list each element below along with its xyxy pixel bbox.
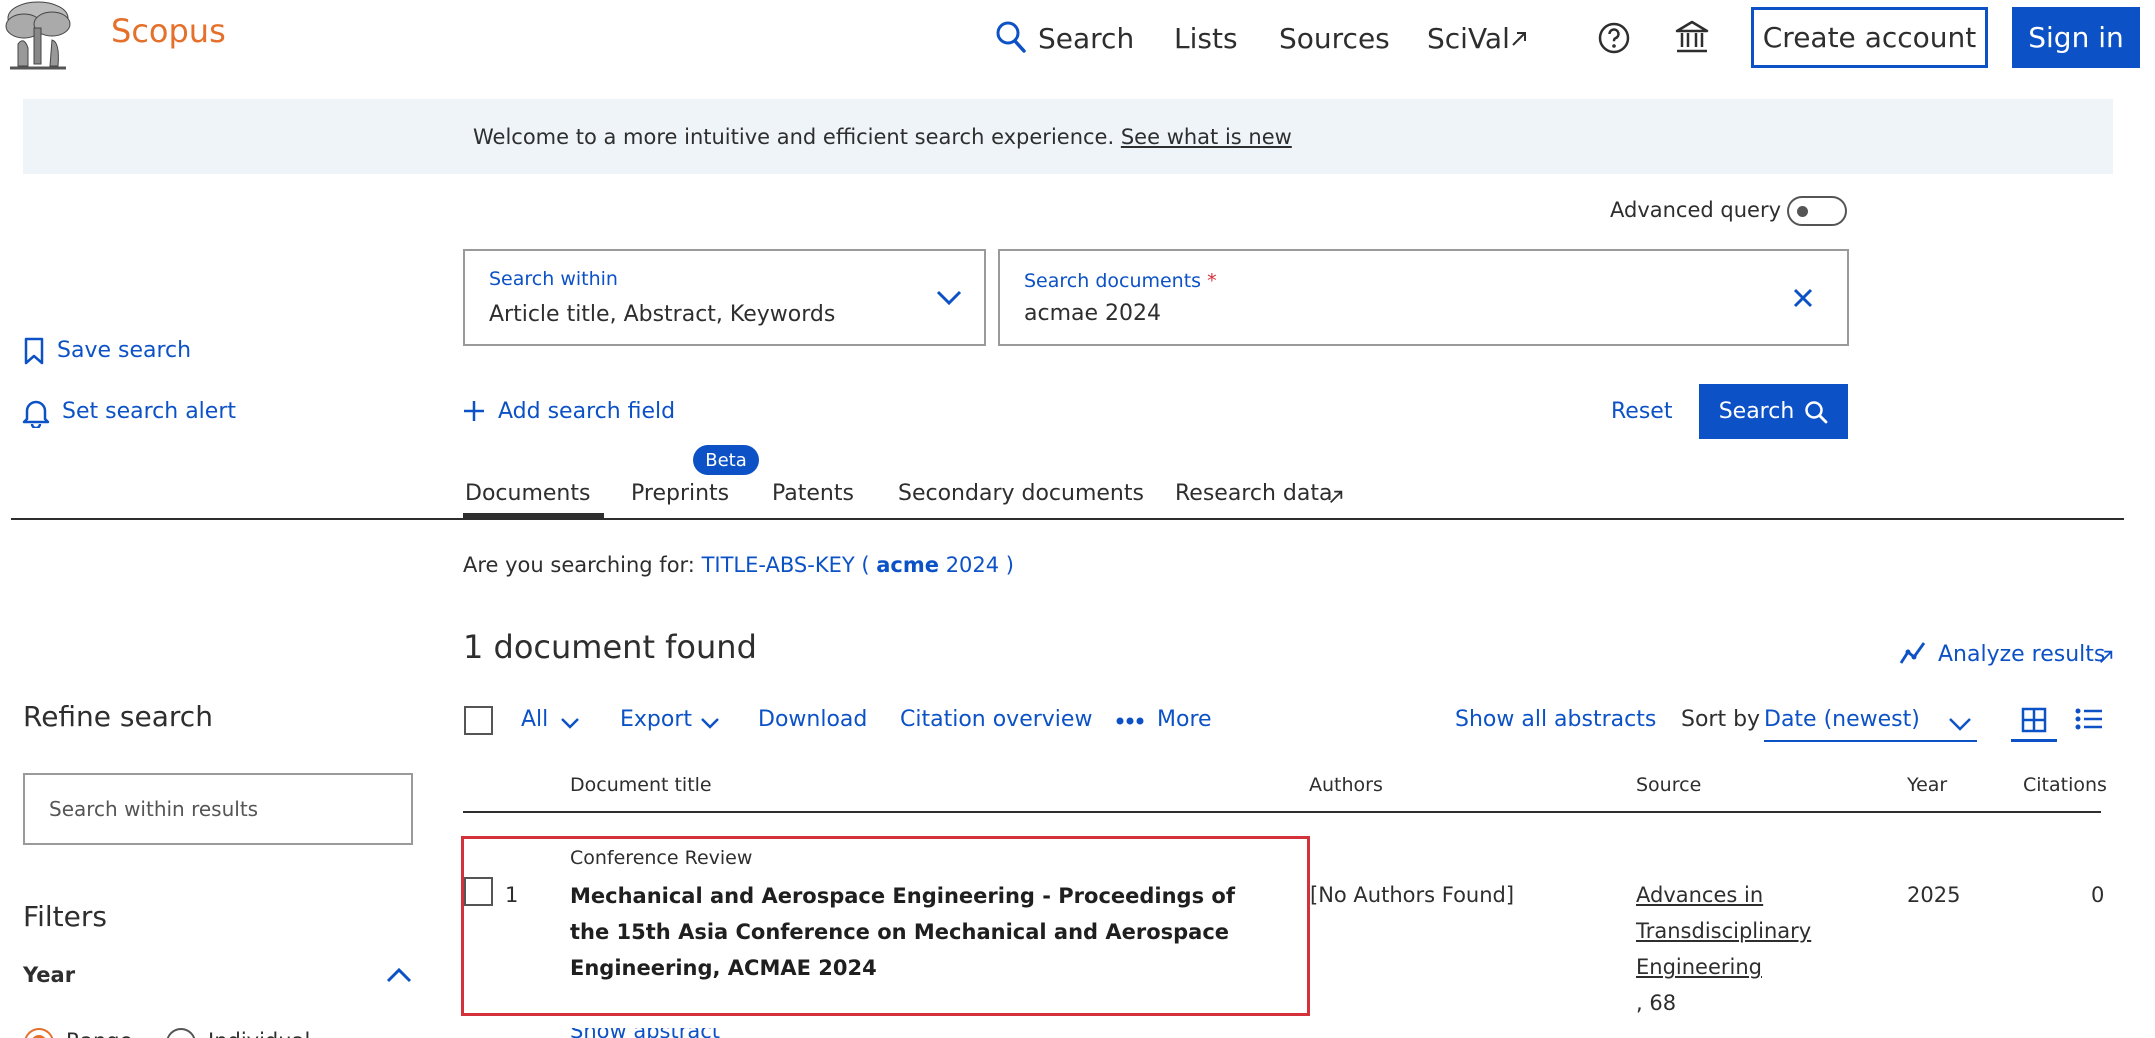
search-documents-field[interactable]: Search documents * acmae 2024 — [998, 249, 1849, 346]
column-authors[interactable]: Authors — [1309, 774, 1383, 796]
nav-search[interactable]: Search — [1038, 22, 1134, 55]
citation-overview-button[interactable]: Citation overview — [900, 707, 1092, 732]
search-button-label: Search — [1718, 399, 1795, 424]
range-label: Range — [66, 1029, 133, 1038]
tab-secondary-documents[interactable]: Secondary documents — [898, 481, 1144, 506]
table-header-divider — [463, 811, 2101, 813]
suggestion-prefix: Are you searching for: — [463, 553, 695, 577]
create-account-button[interactable]: Create account — [1751, 7, 1988, 68]
institution-icon[interactable] — [1674, 19, 1710, 55]
sort-by-label: Sort by — [1681, 707, 1761, 732]
select-all-checkbox[interactable] — [464, 706, 493, 735]
grid-view-toggle[interactable] — [2011, 704, 2057, 742]
document-year: 2025 — [1907, 883, 1961, 907]
individual-radio[interactable] — [166, 1028, 196, 1038]
welcome-banner: Welcome to a more intuitive and efficien… — [23, 99, 2113, 174]
chevron-down-icon — [560, 717, 580, 729]
reset-button[interactable]: Reset — [1611, 399, 1672, 424]
individual-label: Individual — [208, 1029, 310, 1038]
document-source: Advances in Transdisciplinary Engineerin… — [1636, 877, 1836, 1021]
select-all-dropdown[interactable]: All — [521, 707, 548, 732]
chevron-down-icon — [700, 717, 720, 729]
search-within-label: Search within — [489, 268, 618, 290]
search-documents-input[interactable]: acmae 2024 — [1024, 301, 1161, 326]
external-link-icon — [1510, 30, 1528, 48]
search-documents-label: Search documents * — [1024, 270, 1217, 292]
help-icon[interactable] — [1597, 21, 1631, 55]
beta-badge: Beta — [693, 445, 759, 475]
add-search-field-button[interactable]: Add search field — [498, 399, 675, 424]
nav-sources[interactable]: Sources — [1279, 22, 1390, 55]
search-suggestion: Are you searching for: TITLE-ABS-KEY ( a… — [463, 553, 1014, 577]
sign-in-button[interactable]: Sign in — [2012, 7, 2140, 68]
year-filter-label[interactable]: Year — [23, 963, 75, 987]
analyze-results-link[interactable]: Analyze results — [1938, 642, 2105, 667]
chevron-up-icon[interactable] — [386, 967, 412, 983]
tab-documents[interactable]: Documents — [465, 481, 590, 506]
scopus-brand[interactable]: Scopus — [111, 12, 226, 50]
tab-research-data[interactable]: Research data — [1175, 481, 1332, 506]
required-mark: * — [1207, 270, 1217, 292]
search-within-results-input[interactable]: Search within results — [23, 773, 413, 845]
search-button-icon — [1804, 400, 1828, 424]
tab-patents[interactable]: Patents — [772, 481, 854, 506]
plus-icon — [463, 400, 485, 422]
refine-search-title: Refine search — [23, 700, 213, 733]
search-within-value: Article title, Abstract, Keywords — [489, 302, 836, 327]
list-view-icon[interactable] — [2075, 707, 2103, 731]
nav-scival[interactable]: SciVal — [1427, 22, 1510, 55]
search-icon — [995, 20, 1027, 54]
suggestion-query-link[interactable]: TITLE-ABS-KEY ( acme 2024 ) — [702, 553, 1014, 577]
advanced-query-label: Advanced query — [1610, 198, 1782, 222]
search-submit-button[interactable]: Search — [1699, 384, 1848, 439]
document-title-link[interactable]: Mechanical and Aerospace Engineering - P… — [570, 878, 1250, 986]
filters-title: Filters — [23, 900, 107, 933]
analyze-chart-icon — [1899, 640, 1927, 666]
sort-select[interactable]: Date (newest) — [1764, 700, 1977, 742]
download-button[interactable]: Download — [758, 707, 867, 732]
document-authors: [No Authors Found] — [1310, 883, 1515, 907]
export-dropdown[interactable]: Export — [620, 707, 692, 732]
external-link-icon — [2098, 649, 2114, 665]
save-search-link[interactable]: Save search — [57, 338, 191, 363]
column-citations[interactable]: Citations — [2023, 774, 2107, 796]
column-source[interactable]: Source — [1636, 774, 1701, 796]
sort-value: Date (newest) — [1764, 707, 1920, 732]
results-count: 1 document found — [463, 628, 757, 666]
document-citations: 0 — [2091, 883, 2105, 907]
chevron-down-icon — [1948, 717, 1972, 731]
source-link[interactable]: Advances in Transdisciplinary Engineerin… — [1636, 883, 1811, 979]
banner-text: Welcome to a more intuitive and efficien… — [473, 124, 1115, 149]
external-link-icon — [1328, 489, 1344, 505]
clear-icon[interactable] — [1792, 287, 1814, 309]
bell-icon — [22, 398, 50, 428]
column-document-title[interactable]: Document title — [570, 774, 712, 796]
grid-view-icon — [2021, 707, 2047, 733]
source-volume: , 68 — [1636, 991, 1677, 1015]
see-what-is-new-link[interactable]: See what is new — [1121, 125, 1292, 149]
elsevier-tree-logo-icon[interactable] — [0, 0, 76, 72]
more-button[interactable]: More — [1157, 707, 1212, 732]
bookmark-icon — [24, 337, 44, 365]
show-all-abstracts-button[interactable]: Show all abstracts — [1455, 707, 1656, 732]
chevron-down-icon — [936, 290, 962, 306]
more-dots-icon — [1116, 717, 1144, 725]
nav-lists[interactable]: Lists — [1174, 22, 1238, 55]
tabs-divider — [11, 518, 2124, 520]
set-search-alert-link[interactable]: Set search alert — [62, 399, 236, 424]
show-abstract-link[interactable]: Show abstract — [570, 1028, 720, 1038]
column-year[interactable]: Year — [1907, 774, 1947, 796]
range-radio[interactable] — [24, 1028, 54, 1038]
active-tab-indicator — [463, 513, 604, 518]
search-within-select[interactable]: Search within Article title, Abstract, K… — [463, 249, 986, 346]
tab-preprints[interactable]: Preprints — [631, 481, 729, 506]
advanced-query-toggle[interactable] — [1787, 196, 1847, 226]
document-type: Conference Review — [570, 847, 753, 869]
